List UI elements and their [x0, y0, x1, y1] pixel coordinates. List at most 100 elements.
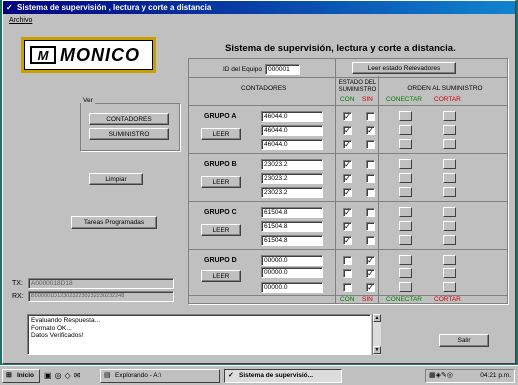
- cortar-c3-button[interactable]: [443, 235, 456, 245]
- desktop-icon[interactable]: ▣: [44, 371, 55, 380]
- cortar-b2-button[interactable]: [443, 173, 456, 183]
- group-d-value-1[interactable]: 00000.0: [261, 255, 323, 266]
- sin-a2-checkbox[interactable]: ✓: [366, 126, 375, 135]
- sin-a1-checkbox[interactable]: [366, 112, 375, 121]
- leer-b-button[interactable]: LEER: [201, 176, 241, 188]
- sin-b2-checkbox[interactable]: [366, 174, 375, 183]
- windows-logo-icon: ⊞: [6, 372, 12, 379]
- tray-icons[interactable]: ▦◈✎◎: [429, 370, 453, 382]
- cortar-b3-button[interactable]: [443, 187, 456, 197]
- outlook-icon[interactable]: ✉: [74, 371, 84, 380]
- scroll-up-icon[interactable]: ▲: [373, 314, 381, 322]
- limpiar-button[interactable]: Limpiar: [89, 173, 143, 185]
- con-a3-checkbox[interactable]: ✓: [343, 140, 352, 149]
- conectar-c1-button[interactable]: [399, 207, 412, 217]
- group-a-value-1[interactable]: 46044.0: [261, 111, 323, 122]
- page-title: Sistema de supervisión, lectura y corte …: [225, 43, 456, 54]
- equipo-label: ID del Equipo: [223, 66, 263, 73]
- group-c-value-3[interactable]: 61504.8: [261, 235, 323, 246]
- con-b2-checkbox[interactable]: ✓: [343, 174, 352, 183]
- taskbar-explorer[interactable]: ▤ Explorando - A:\: [100, 369, 220, 383]
- con-c2-checkbox[interactable]: ✓: [343, 222, 352, 231]
- tareas-programadas-button[interactable]: Tareas Programadas: [71, 216, 157, 229]
- conectar-b2-button[interactable]: [399, 173, 412, 183]
- rx-field: B000001D1230232230232230232248: [28, 291, 174, 302]
- sin-header: SIN: [362, 96, 373, 103]
- sin-d2-checkbox[interactable]: ✓: [366, 269, 375, 278]
- sin-a3-checkbox[interactable]: [366, 140, 375, 149]
- con-d2-checkbox[interactable]: [343, 269, 352, 278]
- estado-header: ESTADO DEL SUMINISTRO: [338, 80, 377, 93]
- group-b-value-2[interactable]: 23023.2: [261, 173, 323, 184]
- cortar-b1-button[interactable]: [443, 159, 456, 169]
- conectar-c2-button[interactable]: [399, 221, 412, 231]
- menu-archivo[interactable]: Archivo: [9, 17, 32, 24]
- cortar-d1-button[interactable]: [443, 255, 456, 265]
- con-c3-checkbox[interactable]: ✓: [343, 236, 352, 245]
- panel-divider: [378, 76, 379, 304]
- scroll-down-icon[interactable]: ▼: [373, 346, 381, 354]
- cortar-a1-button[interactable]: [443, 111, 456, 121]
- channels-icon[interactable]: ◇: [65, 371, 74, 380]
- con-d1-checkbox[interactable]: [343, 256, 352, 265]
- cortar-c2-button[interactable]: [443, 221, 456, 231]
- conectar-d1-button[interactable]: [399, 255, 412, 265]
- leer-d-button[interactable]: LEER: [201, 270, 241, 282]
- con-footer: CON: [340, 296, 355, 303]
- group-d-value-2[interactable]: 00000.0: [261, 267, 323, 278]
- con-b3-checkbox[interactable]: ✓: [343, 188, 352, 197]
- conectar-d2-button[interactable]: [399, 268, 412, 278]
- conectar-a2-button[interactable]: [399, 125, 412, 135]
- cortar-footer: CORTAR: [434, 296, 461, 303]
- con-a2-checkbox[interactable]: ✓: [343, 126, 352, 135]
- logo-mark-icon: M: [30, 46, 56, 64]
- conectar-a1-button[interactable]: [399, 111, 412, 121]
- cortar-a2-button[interactable]: [443, 125, 456, 135]
- browser-icon[interactable]: ◎: [55, 371, 65, 380]
- contadores-button[interactable]: CONTADORES: [89, 113, 169, 125]
- con-a1-checkbox[interactable]: ✓: [343, 112, 352, 121]
- cortar-c1-button[interactable]: [443, 207, 456, 217]
- sin-b1-checkbox[interactable]: [366, 160, 375, 169]
- group-a-value-3[interactable]: 46044.0: [261, 139, 323, 150]
- cortar-a3-button[interactable]: [443, 139, 456, 149]
- sin-d3-checkbox[interactable]: ✓: [366, 283, 375, 292]
- group-c-value-1[interactable]: 61504.8: [261, 207, 323, 218]
- cortar-d2-button[interactable]: [443, 268, 456, 278]
- leer-c-button[interactable]: LEER: [201, 224, 241, 236]
- sin-d1-checkbox[interactable]: ✓: [366, 256, 375, 265]
- title-bar[interactable]: ✓ Sistema de supervisión , lectura y cor…: [3, 1, 515, 14]
- taskbar-explorer-label: Explorando - A:\: [115, 372, 162, 379]
- con-d3-checkbox[interactable]: [343, 283, 352, 292]
- cortar-d3-button[interactable]: [443, 282, 456, 292]
- start-button[interactable]: ⊞ Inicio: [2, 369, 40, 383]
- group-b-value-1[interactable]: 23023.2: [261, 159, 323, 170]
- group-b-value-3[interactable]: 23023.2: [261, 187, 323, 198]
- leer-a-button[interactable]: LEER: [201, 128, 241, 140]
- group-d-value-3[interactable]: 00000.0: [261, 282, 323, 293]
- taskbar-app[interactable]: ✓ Sistema de supervisió...: [224, 369, 342, 383]
- conectar-b3-button[interactable]: [399, 187, 412, 197]
- conectar-d3-button[interactable]: [399, 282, 412, 292]
- group-a-value-2[interactable]: 46044.0: [261, 125, 323, 136]
- con-header: CON: [340, 96, 355, 103]
- salir-button[interactable]: Salir: [439, 334, 489, 347]
- con-b1-checkbox[interactable]: ✓: [343, 160, 352, 169]
- sin-b3-checkbox[interactable]: [366, 188, 375, 197]
- leer-relevadores-button[interactable]: Leer estado Relevadores: [352, 62, 456, 74]
- sin-c1-checkbox[interactable]: [366, 208, 375, 217]
- panel-divider: [335, 58, 336, 304]
- group-c-value-2[interactable]: 61504.8: [261, 221, 323, 232]
- conectar-c3-button[interactable]: [399, 235, 412, 245]
- taskbar: ⊞ Inicio ▣◎◇✉ ▤ Explorando - A:\ ✓ Siste…: [0, 365, 518, 385]
- conectar-b1-button[interactable]: [399, 159, 412, 169]
- status-log[interactable]: Evaluando Respuesta... Formato OK... Dat…: [27, 314, 371, 355]
- suministro-button[interactable]: SUMINISTRO: [89, 128, 169, 140]
- sin-c2-checkbox[interactable]: [366, 222, 375, 231]
- sin-c3-checkbox[interactable]: [366, 236, 375, 245]
- status-scrollbar[interactable]: ▲ ▼: [372, 314, 381, 355]
- con-c1-checkbox[interactable]: ✓: [343, 208, 352, 217]
- equipo-id-field[interactable]: 000001: [265, 64, 300, 75]
- rx-label: RX:: [12, 293, 24, 300]
- conectar-a3-button[interactable]: [399, 139, 412, 149]
